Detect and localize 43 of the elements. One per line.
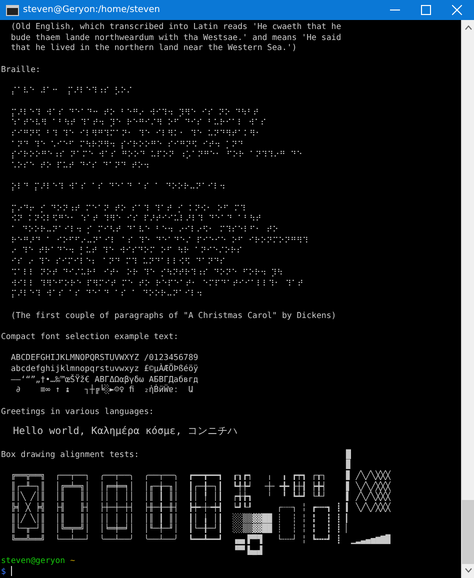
- terminal-line: ⠱⠁⠞⠑⠧⠻ ⠁⠃⠳⠞ ⠹⠁⠞⠲ ⡹⠑ ⠗⠑⠛⠊⠌⠻ ⠕⠋ ⠙⠊⠎ ⠃⠥⠗⠊⠁⠇ ⠺⠁⠎: [10, 117, 266, 128]
- terminal-line: –—‘“”„†•…‰™œŠŸž€ ΑΒΓΔΩαβγδω АБВГДабвгд: [10, 374, 198, 384]
- terminal-line: ║│╱ ╲│║ │║ ║│ ││ │ ││ │║ ┃ ║│ ┃│ ╽ │┃ ░░▒▒▓▓██ ┊ ┆ ╎ ╏ ┇ ┋ ▎: [10, 512, 351, 523]
- terminal-line: ║└─╥─┘║ │╚═╤═╝│ │╘═╪═╛│ │╙─╀─╜│ ┃└─╂─┘┃ ░░▒▒▓▓██ ┊ ┆ ╎ ╏ ┇ ┋ ▏: [10, 523, 351, 534]
- terminal-line: ╔══╦══╗ ┌──┬──┐ ╭──┬──╮ ╭──┬──╮ ┏━━┳━━┓ ┎┒┏┑ ╷ ╻ ┏┯┓ ┌┰┐ ▊ ╱╲╱╲╳╳╳: [10, 470, 390, 481]
- prompt-path: ~: [70, 555, 76, 566]
- terminal-line: ⠎⠊⠛⠝⠫ ⠃⠹ ⠹⠑ ⠊⠇⠻⠛⠹⠍⠁⠝⠂ ⠹⠑ ⠊⠇⠻⠅⠂ ⠹⠑ ⠥⠝⠙⠻⠞⠁⠅⠻⠂: [10, 128, 262, 139]
- terminal-line: ⠗⠑⠛⠜⠙ ⠁ ⠊⠕⠋⠋⠔⠤⠝⠁⠊⠇ ⠁⠎ ⠹⠑ ⠙⠑⠁⠙⠑⠌ ⠏⠊⠑⠊⠑ ⠕⠋ ⠊⠗⠕⠝⠍⠕⠝⠛⠻⠹: [10, 234, 308, 246]
- terminal-line: ⡕⠇⠙ ⡍⠜⠇⠑⠹ ⠺⠁⠎ ⠁⠎ ⠙⠑⠁⠙ ⠁⠎ ⠁ ⠙⠕⠕⠗⠤⠝⠁⠊⠇⠲: [10, 181, 226, 192]
- terminal-line: Hello world, Καλημέρα κόσμε, コンニチハ: [12, 427, 238, 438]
- terminal-line: bude thaem lande northweardum with tha Westsae.' and means 'He said: [10, 32, 342, 42]
- terminal-line: ⡍⠜⠇⠑⠹ ⠺⠁⠎ ⠁⠎ ⠙⠑⠁⠙ ⠁⠎ ⠁ ⠙⠕⠕⠗⠤⠝⠁⠊⠇⠲: [10, 288, 202, 299]
- terminal-line: Box drawing alignment tests: █: [1, 448, 351, 459]
- terminal-line: ABCDEFGHIJKLMNOPQRSTUVWXYZ /0123456789: [10, 352, 198, 363]
- terminal-line: Greetings in various languages:: [1, 406, 154, 416]
- terminal-line: ⡎⠊⠗⠕⠕⠛⠑⠰⠎ ⠝⠁⠍⠑ ⠺⠁⠎ ⠛⠕⠕⠙ ⠥⠏⠕⠝ ⠰⡡⠁⠝⠛⠑⠂ ⠋⠕⠗ ⠁⠝⠹⠹⠔⠛ ⠙⠑: [10, 149, 302, 160]
- terminal-line: ⠺⠊⠇⠇ ⠹⠻⠑⠋⠕⠗⠑ ⠏⠻⠍⠊⠞ ⠍⠑ ⠞⠕ ⠗⠑⠏⠑⠁⠞⠂ ⠑⠍⠏⠙⠁⠞⠊⠊⠁⠇⠇⠹⠂ ⠹⠁⠞: [10, 278, 304, 288]
- terminal-line: (Old English, which transcribed into Latin reads 'He cwaeth that he: [10, 21, 342, 32]
- window-title: steven@Geryon:/home/steven: [23, 5, 160, 15]
- prompt-symbol: $: [1, 566, 6, 577]
- terminal-line: ⠩⠁⠇⠇ ⠝⠕⠞ ⠙⠊⠌⠥⠗⠃ ⠊⠞⠂ ⠕⠗ ⠹⠑ ⡊⠳⠝⠞⠗⠹⠰⠎ ⠙⠕⠝⠑ ⠋⠕⠗⠲ ⡹⠳: [10, 266, 284, 278]
- terminal-line: ╚══╩══╝ └──┴──┘ ╰──┴──╯ ╰──┴──╯ ┗━━┻━━┛ ▗▄▖▛▀▜ └╌╌┘ ╎ ┗╍╍┛ ┋ ▁▂▃▄▅▆▇█: [10, 534, 390, 545]
- terminal-line: ∂ ≡∞ ↑ ↨ ┐┼╔╘░►☺♀ ﬁ ₂ἠḂӥẄɐː Ա: [14, 384, 194, 396]
- terminal-line: ⠪⠝ ⠅⠝⠪⠇⠫⠛⠑⠂ ⠱⠁⠞ ⠹⠻⠑ ⠊⠎ ⠏⠜⠞⠊⠊⠥⠇⠜⠇⠹ ⠙⠑⠁⠙ ⠁⠃⠳⠞: [10, 213, 262, 224]
- terminal-line: ║┌─╨─┐║ │╔═╧═╗│ │╒═╪═╕│ │╓─╁─╖│ ┃┌─╂─┐┃ ┗╃╄┙ ╶┼╴╺╋╸┠┼┨ ┝╋┥ ▋ ╲╱╲╱╳╳╳: [10, 480, 390, 491]
- terminal-line: abcdefghijklmnopqrstuvwxyz £©µÀÆÖÞßéöÿ: [10, 363, 198, 374]
- terminal-line: ⠁⠝⠙ ⠹⠑ ⠡⠊⠑⠋ ⠍⠳⠗⠝⠻⠲ ⡎⠊⠗⠕⠕⠛⠑ ⠎⠊⠛⠝⠫ ⠊⠞⠲ ⡁⠝⠙: [10, 138, 244, 150]
- terminal-line: Compact font selection example text:: [1, 330, 178, 342]
- terminal-line: that he lived in the northern land near the Western Sea.'): [10, 42, 297, 54]
- terminal-line: ╠╡ ╳ ╞╣ ├╢ ╟┤ ├┼─┼─┼┤ ├╫─╂─╫┤ ┣┿╾┼╼┿┫ ┕┛┖┚ ┌┄┄┐ ╎ ┏┅┅┓ ┋ ▍ ╲╱╲╱╳╳╳: [10, 502, 390, 513]
- terminal-line: ⠔ ⠹⠑ ⠞⠗⠁⠙⠑⠲ ⡃⠥⠞ ⠹⠑ ⠺⠊⠎⠙⠕⠍ ⠕⠋ ⠳⠗ ⠁⠝⠊⠑⠌⠕⠗⠎: [10, 245, 242, 256]
- terminal-line: ⡍⠔⠙⠖ ⡊ ⠙⠕⠝⠰⠞ ⠍⠑⠁⠝ ⠞⠕ ⠎⠁⠹ ⠹⠁⠞ ⡊ ⠅⠝⠪⠂ ⠕⠋ ⠍⠹: [10, 202, 246, 214]
- terminal-line: (The first couple of paragraphs of "A Christmas Carol" by Dickens): [10, 310, 336, 320]
- terminal-line: ⡌⠁⠧⠑ ⠼⠁⠒ ⡍⠜⠇⠑⠹⠰⠎ ⡣⠕⠌: [10, 85, 133, 96]
- terminal-line: ▝▀▘▙▄▟: [232, 544, 262, 556]
- terminal-line: ║│╲ ╱│║ │║ ║│ ││ │ ││ │║ ┃ ║│ ┃│ ╿ │┃ ┍╅╆┓ ╵ ╹ ┗┷┛ └┸┘ ▌ ╱╲╱╲╳╳╳: [10, 491, 390, 502]
- terminal-line: ⡍⠜⠇⠑⠹ ⠺⠁⠎ ⠙⠑⠁⠙⠒ ⠞⠕ ⠃⠑⠛⠔ ⠺⠊⠹⠲ ⡹⠻⠑ ⠊⠎ ⠝⠕ ⠙⠳⠃⠞: [10, 106, 260, 118]
- terminal-line: ⠊⠎ ⠔ ⠹⠑ ⠎⠊⠍⠊⠇⠑⠆ ⠁⠝⠙ ⠍⠹ ⠥⠝⠙⠁⠇⠇⠪⠫ ⠙⠁⠝⠙⠎: [10, 256, 226, 267]
- terminal-line: ⠡⠕⠎⠑ ⠞⠕ ⠏⠥⠞ ⠙⠊⠎ ⠙⠁⠝⠙ ⠞⠕⠲: [10, 160, 150, 171]
- terminal-line: ⠁ ⠙⠕⠕⠗⠤⠝⠁⠊⠇⠲ ⡊ ⠍⠊⠣⠞ ⠙⠁⠧⠑ ⠃⠑⠲ ⠔⠊⠇⠔⠫⠂ ⠍⠹⠎⠑⠇⠋⠂ ⠞⠕: [10, 224, 278, 235]
- terminal-line: Braille:: [1, 64, 40, 74]
- terminal-line: ▉: [345, 459, 351, 470]
- prompt-user-host: steven@geryon: [1, 555, 66, 566]
